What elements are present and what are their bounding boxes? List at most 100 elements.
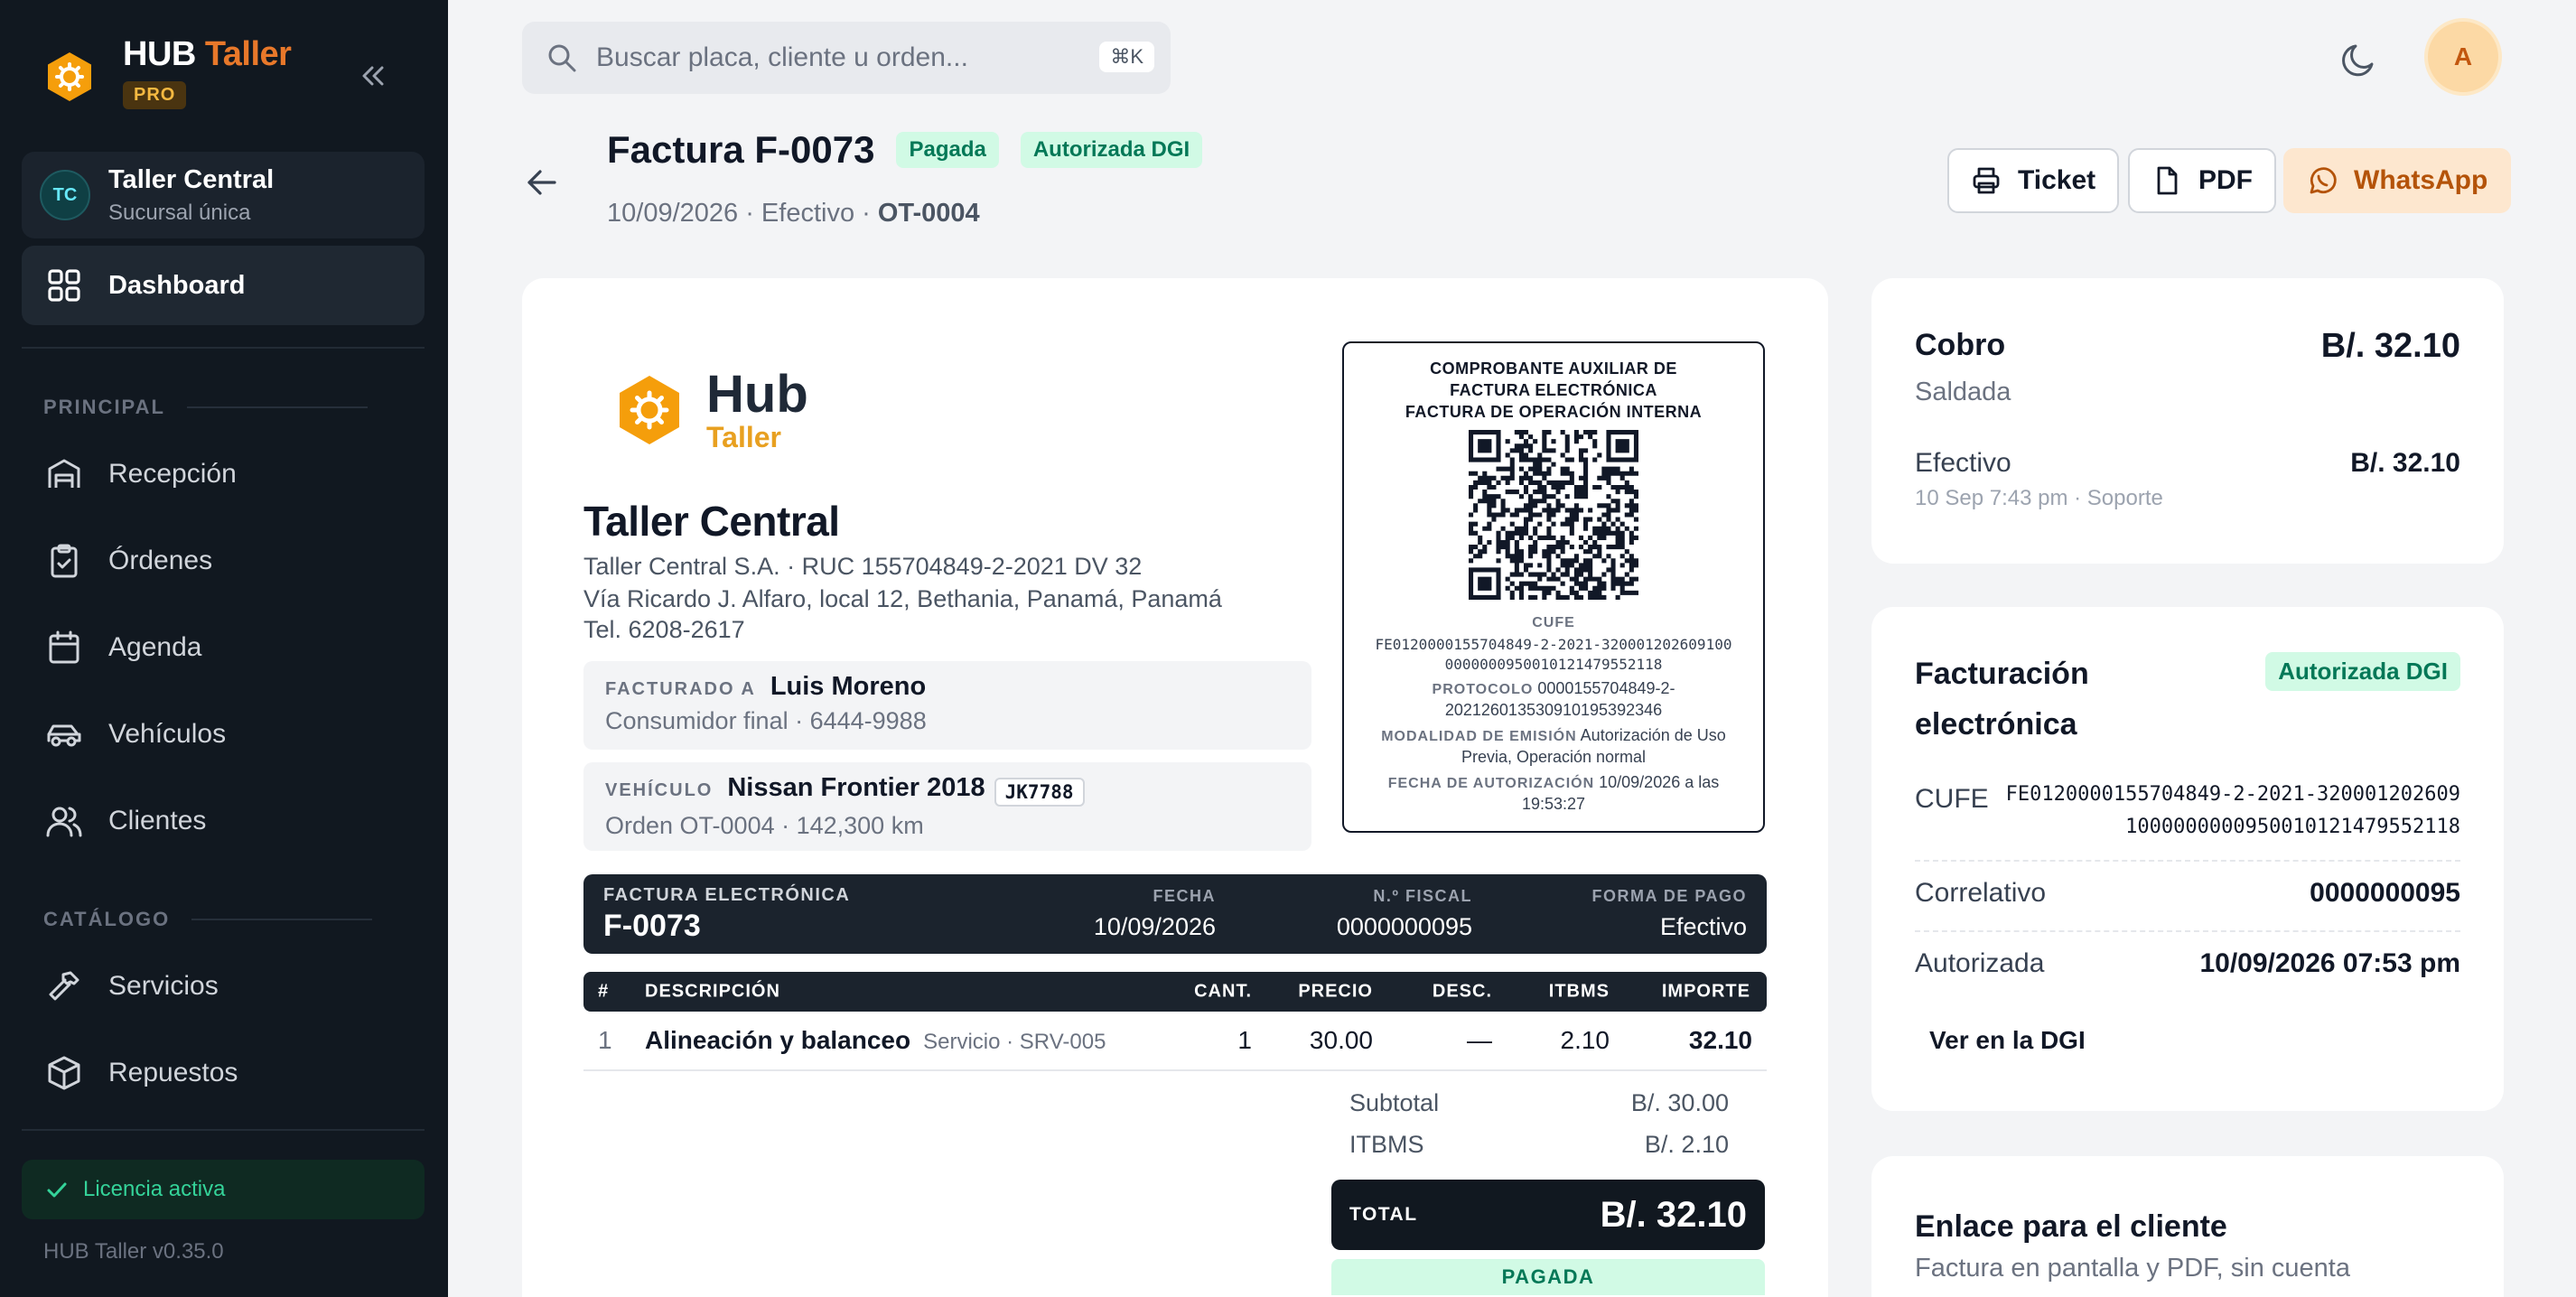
pro-badge: PRO [123, 81, 187, 109]
status-badge-paid: Pagada [896, 132, 999, 168]
file-icon [2157, 166, 2178, 195]
sidebar-item-label: Órdenes [108, 546, 213, 575]
sidebar-item-label: Clientes [108, 806, 207, 835]
autorizada-value: 10/09/2026 07:53 pm [2199, 948, 2460, 978]
card-title: Enlace para el cliente [1915, 1209, 2227, 1244]
paid-stamp: PAGADA [1331, 1259, 1765, 1295]
vehicle-info: VEHÍCULO Nissan Frontier 2018 JK7788 Orden… [583, 762, 1311, 851]
brand[interactable]: HUB Taller PRO [43, 33, 292, 109]
sidebar-item-ordenes[interactable]: Órdenes [45, 534, 212, 588]
invoice-card: Hub Taller Taller Central Taller Central… [522, 278, 1828, 1297]
items-table-header: # DESCRIPCIÓN CANT. PRECIO DESC. ITBMS I… [583, 972, 1767, 1012]
payment-total: B/. 32.10 [2320, 327, 2460, 365]
customer-link-card: Enlace para el cliente Factura en pantal… [1871, 1156, 2504, 1297]
sidebar-item-label: Vehículos [108, 719, 227, 749]
user-avatar[interactable]: A [2424, 18, 2502, 96]
sidebar-item-dashboard[interactable]: Dashboard [22, 246, 425, 325]
search-icon [548, 44, 576, 72]
cufe-label: CUFE [1915, 784, 1989, 814]
cufe-value: FE0120000155704849-2-2021-320001202609 10… [2005, 783, 2460, 838]
vehicle-name: Nissan Frontier 2018 [727, 773, 985, 802]
whatsapp-button[interactable]: WhatsApp [2283, 148, 2512, 213]
correlativo-label: Correlativo [1915, 878, 2047, 908]
branch-selector[interactable]: TC Taller Central Sucursal única [22, 152, 425, 238]
sidebar-item-vehiculos[interactable]: Vehículos [45, 707, 226, 761]
company-legal: Taller Central S.A. · RUC 155704849-2-20… [583, 553, 1143, 580]
divider [1915, 930, 2460, 932]
correlativo-value: 0000000095 [2310, 878, 2460, 908]
search-input[interactable]: Buscar placa, cliente u orden... [596, 42, 968, 73]
autorizada-label: Autorizada [1915, 948, 2045, 978]
section-label-catalogo: CATÁLOGO [43, 908, 373, 931]
garage-icon [45, 455, 83, 493]
auth-voucher: COMPROBANTE AUXILIAR DE FACTURA ELECTRÓN… [1342, 341, 1765, 833]
sidebar-divider [22, 1129, 425, 1131]
invoice-logo: Hub Taller [612, 369, 808, 452]
customer-detail: Consumidor final · 6444-9988 [605, 707, 927, 734]
sidebar-item-servicios[interactable]: Servicios [45, 959, 219, 1013]
card-title: Cobro [1915, 328, 2006, 362]
payment-method-amount: B/. 32.10 [2350, 448, 2460, 478]
company-name: Taller Central [583, 498, 840, 545]
payment-status: Saldada [1915, 378, 2011, 406]
branch-avatar: TC [40, 170, 90, 220]
sidebar-item-agenda[interactable]: Agenda [45, 621, 201, 675]
moon-icon[interactable] [2338, 38, 2381, 81]
status-badge-dgi: Autorizada DGI [2265, 652, 2460, 691]
users-icon [45, 802, 83, 840]
section-label-principal: PRINCIPAL [43, 396, 368, 419]
back-arrow-icon[interactable] [522, 163, 562, 202]
printer-icon [1973, 167, 2000, 194]
company-phone: Tel. 6208-2617 [583, 616, 745, 643]
subtotal-line: Subtotal B/. 30.00 [1349, 1089, 1729, 1116]
calendar-icon [45, 629, 83, 667]
page-title-row: Factura F-0073 Pagada Autorizada DGI [607, 128, 1203, 172]
sidebar: HUB Taller PRO TC Taller Central Sucursa… [0, 0, 448, 1297]
sidebar-item-label: Recepción [108, 459, 237, 489]
payment-card: Cobro B/. 32.10 Saldada Efectivo B/. 32.… [1871, 278, 2504, 564]
shortcut-hint: ⌘K [1099, 42, 1154, 72]
search-bar[interactable]: Buscar placa, cliente u orden... ⌘K [522, 22, 1171, 94]
collapse-sidebar-icon[interactable] [354, 58, 390, 94]
branch-name: Taller Central [108, 164, 275, 194]
ticket-button[interactable]: Ticket [1947, 148, 2120, 213]
total-amount: B/. 32.10 [1600, 1194, 1747, 1235]
divider [1915, 860, 2460, 862]
grid-icon [45, 266, 83, 304]
license-label: Licencia activa [83, 1177, 226, 1201]
card-title: Facturación electrónica [1915, 657, 2089, 742]
sidebar-item-label: Repuestos [108, 1058, 238, 1087]
sidebar-item-label: Servicios [108, 971, 219, 1001]
sidebar-divider [22, 347, 425, 349]
total-box: TOTAL B/. 32.10 [1331, 1180, 1765, 1250]
app-version: HUB Taller v0.35.0 [43, 1239, 224, 1264]
billed-to: FACTURADO A Luis Moreno Consumidor final … [583, 661, 1311, 750]
box-icon [45, 1054, 83, 1092]
status-badge-dgi: Autorizada DGI [1020, 132, 1203, 168]
pdf-button[interactable]: PDF [2128, 148, 2276, 213]
company-address: Vía Ricardo J. Alfaro, local 12, Bethani… [583, 585, 1222, 612]
sidebar-item-recepcion[interactable]: Recepción [45, 447, 237, 501]
dgi-link[interactable]: Ver en la DGI [1929, 1026, 2086, 1055]
sidebar-item-label: Agenda [108, 632, 202, 662]
gear-hexagon-logo-icon [48, 52, 91, 101]
check-icon [47, 1182, 67, 1198]
invoice-number: F-0073 [603, 909, 701, 943]
plate-badge: JK7788 [994, 777, 1085, 807]
license-status[interactable]: Licencia activa [22, 1160, 425, 1219]
payment-method: Efectivo [1915, 448, 2011, 478]
payment-meta: 10 Sep 7:43 pm · Soporte [1915, 486, 2163, 510]
sidebar-item-repuestos[interactable]: Repuestos [45, 1046, 238, 1100]
car-icon [45, 715, 83, 753]
table-row: 1 Alineación y balanceo Servicio · SRV-00… [583, 1012, 1767, 1071]
hammer-icon [45, 967, 83, 1005]
clipboard-check-icon [45, 542, 83, 580]
sidebar-item-clientes[interactable]: Clientes [45, 794, 206, 848]
page-subtitle: 10/09/2026 · Efectivo · OT-0004 [607, 199, 980, 228]
vehicle-detail: Orden OT-0004 · 142,300 km [605, 811, 924, 839]
invoice-band: FACTURA ELECTRÓNICA F-0073 FECHA 10/09/20… [583, 874, 1767, 954]
gear-hexagon-logo-icon [620, 376, 679, 444]
branch-sub: Sucursal única [108, 200, 251, 225]
order-link[interactable]: OT-0004 [878, 199, 980, 228]
customer-name: Luis Moreno [770, 672, 927, 701]
